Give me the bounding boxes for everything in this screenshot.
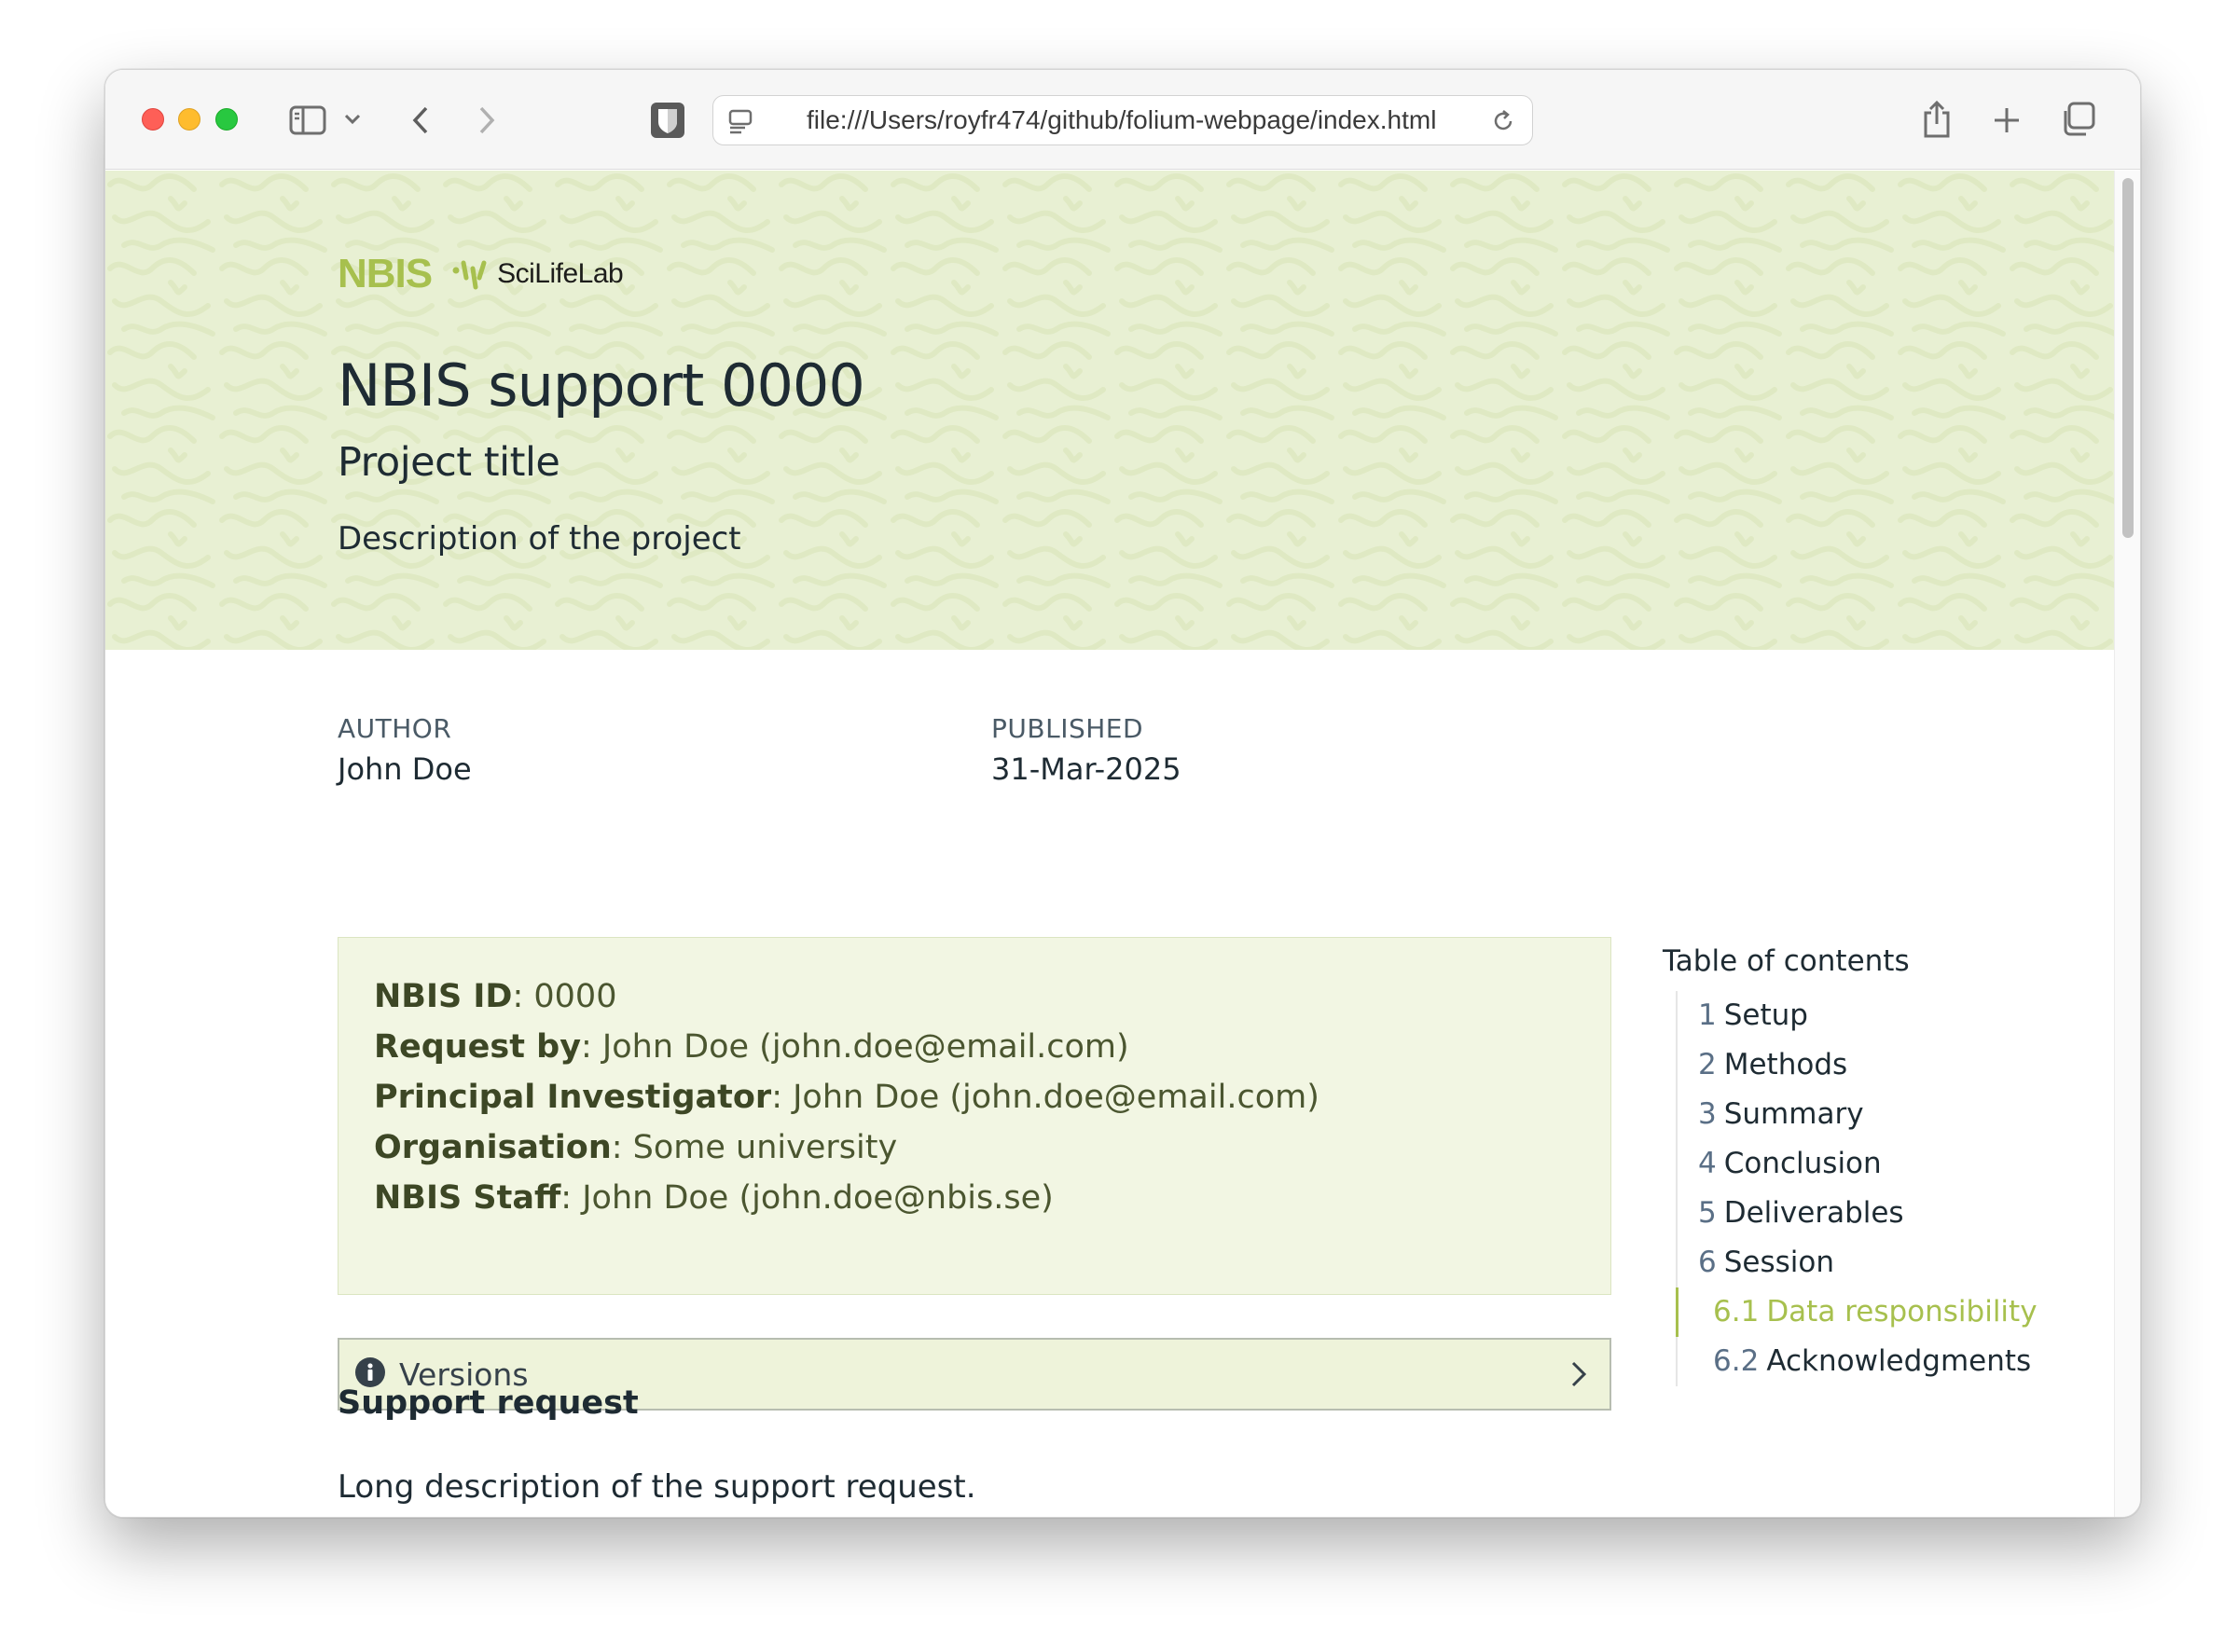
new-tab-icon[interactable] [1988, 102, 2025, 139]
author-label: AUTHOR [338, 713, 452, 744]
toc-item-setup[interactable]: 1 Setup [1678, 991, 2067, 1040]
password-manager-icon[interactable] [649, 100, 686, 141]
toc-item-data-responsibility[interactable]: 6.1 Data responsibility [1676, 1287, 2067, 1337]
toc-title: Table of contents [1663, 944, 1910, 978]
tab-overview-icon[interactable] [2058, 100, 2097, 139]
url-text[interactable]: file:///Users/royfr474/github/folium-web… [807, 96, 1436, 145]
toc-item-acknowledgments[interactable]: 6.2 Acknowledgments [1678, 1337, 2067, 1386]
toc-item-number: 2 [1698, 1048, 1717, 1081]
toc-item-summary[interactable]: 3 Summary [1678, 1090, 2067, 1139]
info-line-nbis-id: NBIS ID: 0000 [374, 971, 1575, 1022]
reload-icon[interactable] [1489, 107, 1517, 135]
logo-group: NBIS SciLifeLab [338, 251, 624, 297]
toc-item-label: Data responsibility [1766, 1295, 2038, 1328]
info-value: : John Doe (john.doe@nbis.se) [560, 1179, 1054, 1217]
info-label: Principal Investigator [374, 1079, 772, 1116]
info-line-request-by: Request by: John Doe (john.doe@email.com… [374, 1022, 1575, 1072]
page-viewport: NBIS SciLifeLab NBIS support 0000 Projec… [105, 171, 2116, 1517]
chevron-right-icon[interactable] [1570, 1360, 1587, 1392]
section-heading-support-request: Support request [338, 1384, 639, 1422]
toc-item-session[interactable]: 6 Session [1678, 1238, 2067, 1287]
info-label: Organisation [374, 1129, 612, 1166]
info-label: Request by [374, 1028, 582, 1066]
share-icon[interactable] [1918, 98, 1955, 141]
info-label: NBIS Staff [374, 1179, 561, 1217]
browser-toolbar: file:///Users/royfr474/github/folium-web… [105, 70, 2140, 170]
toc-item-conclusion[interactable]: 4 Conclusion [1678, 1139, 2067, 1189]
vertical-scrollbar[interactable] [2114, 171, 2140, 1517]
toc-item-number: 6 [1698, 1246, 1717, 1279]
toc-item-methods[interactable]: 2 Methods [1678, 1040, 2067, 1090]
page-title: NBIS support 0000 [338, 351, 865, 420]
toc-item-number: 6.1 [1713, 1295, 1760, 1328]
address-bar[interactable]: file:///Users/royfr474/github/folium-web… [712, 95, 1533, 145]
toc-item-label: Acknowledgments [1766, 1344, 2032, 1378]
page-subtitle: Project title [338, 439, 560, 486]
toc-item-label: Deliverables [1723, 1196, 1904, 1230]
page-description: Description of the project [338, 520, 741, 558]
toc-item-number: 3 [1698, 1097, 1717, 1131]
info-label: NBIS ID [374, 978, 513, 1015]
browser-window: file:///Users/royfr474/github/folium-web… [104, 69, 2141, 1518]
toc-item-label: Conclusion [1723, 1147, 1882, 1180]
support-request-text: Long description of the support request. [338, 1468, 976, 1506]
info-value: : John Doe (john.doe@email.com) [771, 1079, 1319, 1116]
scrollbar-thumb[interactable] [2122, 178, 2134, 538]
toc-item-label: Setup [1723, 998, 1808, 1032]
info-value: : Some university [611, 1129, 898, 1166]
sidebar-toggle-icon[interactable] [287, 102, 328, 139]
toc-item-number: 4 [1698, 1147, 1717, 1180]
title-banner: NBIS SciLifeLab NBIS support 0000 Projec… [105, 171, 2116, 650]
toc-list: 1 Setup 2 Methods 3 Summary 4 Conclusion 5 De… [1676, 991, 2067, 1386]
toc-item-label: Session [1723, 1246, 1835, 1279]
toc-item-number: 5 [1698, 1196, 1717, 1230]
back-arrow-icon[interactable] [402, 102, 439, 139]
toc-item-deliverables[interactable]: 5 Deliverables [1678, 1189, 2067, 1238]
page-settings-icon[interactable] [726, 107, 756, 135]
forward-arrow-icon[interactable] [468, 102, 505, 139]
toc-item-label: Summary [1723, 1097, 1864, 1131]
minimize-window-button[interactable] [178, 108, 200, 131]
toc-item-label: Methods [1723, 1048, 1848, 1081]
scilifelab-logo: SciLifeLab [497, 258, 624, 289]
toc-item-number: 1 [1698, 998, 1717, 1032]
nbis-logo: NBIS [338, 251, 433, 296]
zoom-window-button[interactable] [215, 108, 238, 131]
author-value: John Doe [338, 751, 472, 787]
toc-item-number: 6.2 [1713, 1344, 1760, 1378]
published-label: PUBLISHED [991, 713, 1144, 744]
info-value: : John Doe (john.doe@email.com) [581, 1028, 1129, 1066]
table-of-contents: Table of contents 1 Setup 2 Methods 3 Summa… [1663, 944, 2073, 1386]
chevron-down-icon[interactable] [340, 107, 365, 131]
scilifelab-icon [452, 257, 490, 291]
info-line-organisation: Organisation: Some university [374, 1122, 1575, 1173]
close-window-button[interactable] [142, 108, 164, 131]
published-value: 31-Mar-2025 [991, 751, 1181, 787]
project-info-box: NBIS ID: 0000 Request by: John Doe (john… [338, 937, 1611, 1295]
info-line-nbis-staff: NBIS Staff: John Doe (john.doe@nbis.se) [374, 1173, 1575, 1223]
info-value: : 0000 [512, 978, 617, 1015]
info-line-pi: Principal Investigator: John Doe (john.d… [374, 1072, 1575, 1122]
